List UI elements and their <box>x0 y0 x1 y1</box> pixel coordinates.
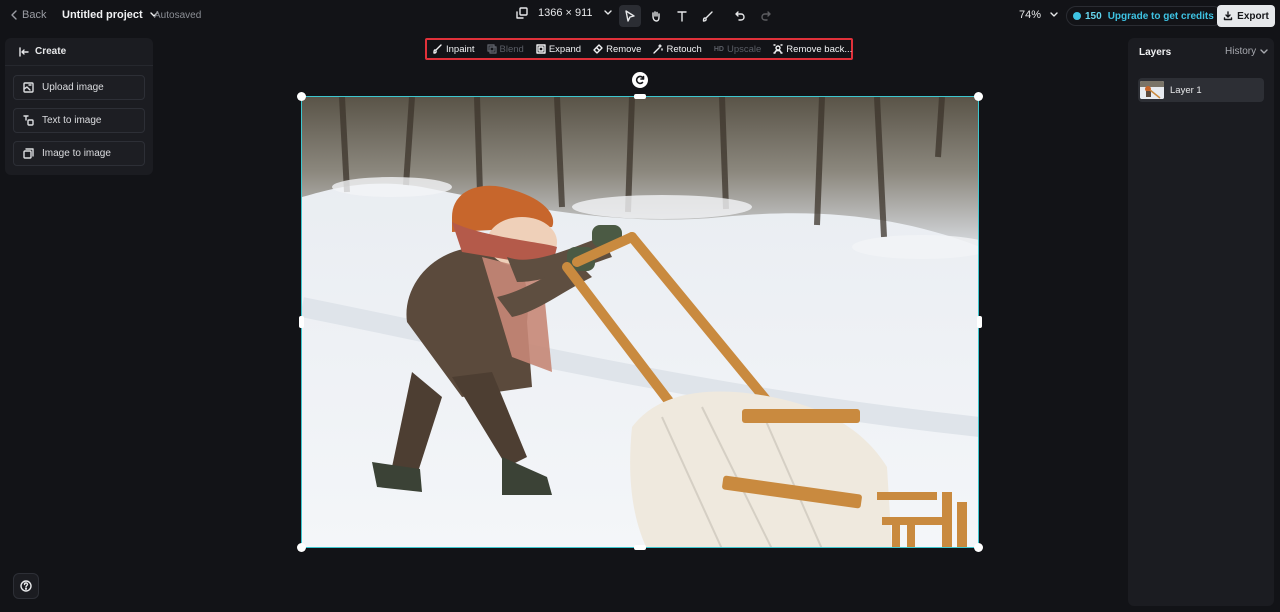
autosave-status: Autosaved <box>154 10 202 21</box>
resize-handle-top-right[interactable] <box>974 92 983 101</box>
blend-button[interactable]: Blend <box>486 43 524 55</box>
text-to-image-label: Text to image <box>42 115 102 126</box>
upscale-button[interactable]: HD Upscale <box>714 44 761 55</box>
retouch-button[interactable]: Retouch <box>653 43 702 55</box>
canvas-size-dropdown[interactable]: 1366 × 911 <box>516 7 613 19</box>
select-tool-button[interactable] <box>619 5 641 27</box>
chevron-down-icon <box>1050 12 1058 17</box>
rotate-icon <box>635 75 645 85</box>
layer-thumbnail <box>1140 81 1164 99</box>
blend-label: Blend <box>499 43 524 55</box>
history-tab[interactable]: History <box>1225 46 1268 57</box>
text-to-image-button[interactable]: Text to image <box>13 108 145 133</box>
remove-label: Remove <box>606 43 642 55</box>
credits-count: 150 <box>1073 11 1102 22</box>
project-name-dropdown[interactable]: Untitled project <box>62 9 159 21</box>
resize-handle-bottom-left[interactable] <box>297 543 306 552</box>
resize-handle-bottom[interactable] <box>634 545 646 550</box>
image-to-image-icon <box>23 148 34 159</box>
rotate-handle[interactable] <box>632 72 648 88</box>
help-icon <box>20 580 32 592</box>
top-bar: Back Untitled project Autosaved 1366 × 9… <box>0 0 1280 32</box>
inpaint-icon <box>433 44 442 54</box>
history-label: History <box>1225 46 1257 57</box>
blend-icon <box>486 44 497 54</box>
text-tool-button[interactable] <box>671 5 693 27</box>
magic-wand-icon <box>653 44 664 54</box>
undo-button[interactable] <box>729 5 751 27</box>
snow-photo <box>302 97 978 547</box>
retouch-label: Retouch <box>666 43 702 55</box>
undo-icon <box>735 11 745 21</box>
export-label: Export <box>1237 10 1269 22</box>
inpaint-button[interactable]: Inpaint <box>433 44 475 55</box>
upload-image-label: Upload image <box>42 82 104 93</box>
create-panel-header[interactable]: Create <box>5 38 153 66</box>
hd-badge: HD <box>713 45 724 53</box>
upload-image-button[interactable]: Upload image <box>13 75 145 100</box>
hand-icon <box>652 11 660 22</box>
remove-background-icon <box>773 44 783 54</box>
export-button[interactable]: Export <box>1217 5 1275 27</box>
zoom-value: 74% <box>1019 9 1042 21</box>
upload-image-icon <box>23 82 34 93</box>
create-panel: Create Upload image Text to image Image … <box>5 38 153 175</box>
eraser-icon <box>593 44 603 54</box>
create-panel-title: Create <box>35 46 67 57</box>
tool-group <box>619 5 777 27</box>
canvas-size-value: 1366 × 911 <box>538 7 593 19</box>
image-to-image-label: Image to image <box>42 148 111 159</box>
help-button[interactable] <box>13 573 39 599</box>
resize-handle-top-left[interactable] <box>297 92 306 101</box>
back-label: Back <box>22 9 47 21</box>
resize-icon <box>516 7 528 19</box>
image-to-image-button[interactable]: Image to image <box>13 141 145 166</box>
upscale-label: Upscale <box>726 43 762 55</box>
text-to-image-icon <box>23 115 34 126</box>
remove-button[interactable]: Remove <box>593 44 641 55</box>
layers-title[interactable]: Layers <box>1139 47 1171 58</box>
chevron-down-icon <box>1260 48 1268 54</box>
layer-label: Layer 1 <box>1170 84 1202 96</box>
project-name: Untitled project <box>62 9 143 21</box>
expand-icon <box>536 44 546 54</box>
resize-handle-bottom-right[interactable] <box>974 543 983 552</box>
credits-pill: 150 Upgrade to get credits <box>1066 6 1223 26</box>
pointer-icon <box>625 10 635 22</box>
chevron-down-icon <box>603 10 612 15</box>
brush-icon <box>702 11 713 22</box>
redo-button[interactable] <box>755 5 777 27</box>
expand-button[interactable]: Expand <box>536 44 581 55</box>
credit-coin-icon <box>1073 12 1081 20</box>
resize-handle-top[interactable] <box>634 94 646 99</box>
zoom-dropdown[interactable]: 74% <box>1019 9 1059 21</box>
remove-background-label: Remove back... <box>786 43 853 55</box>
back-button[interactable]: Back <box>10 9 46 21</box>
redo-icon <box>761 11 771 21</box>
collapse-left-icon <box>19 46 29 57</box>
brush-tool-button[interactable] <box>697 5 719 27</box>
text-icon <box>677 11 687 22</box>
download-icon <box>1223 11 1233 21</box>
resize-handle-right[interactable] <box>977 316 982 328</box>
layers-panel: Layers History Layer 1 <box>1128 38 1274 606</box>
upgrade-link[interactable]: Upgrade to get credits <box>1108 11 1214 22</box>
layer-item[interactable]: Layer 1 <box>1138 78 1264 102</box>
remove-background-button[interactable]: Remove back... <box>773 44 852 55</box>
credits-value: 150 <box>1085 10 1102 22</box>
resize-handle-left[interactable] <box>299 316 304 328</box>
hand-tool-button[interactable] <box>645 5 667 27</box>
inpaint-label: Inpaint <box>446 43 475 55</box>
chevron-left-icon <box>11 10 17 20</box>
expand-label: Expand <box>548 43 582 55</box>
ai-tools-toolbar: Inpaint Blend Expand Remove Retouch HD U… <box>425 38 853 60</box>
canvas-image-layer[interactable] <box>301 96 979 548</box>
